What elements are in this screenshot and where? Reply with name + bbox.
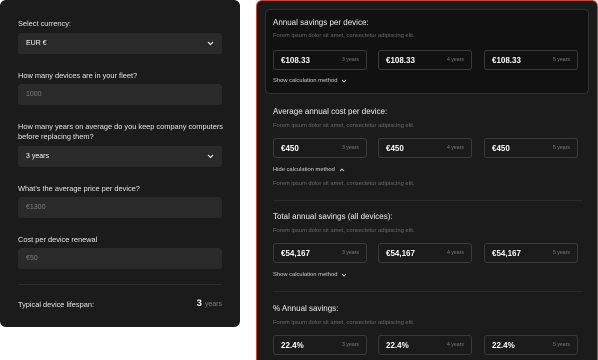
value-amount: €108.33 [281, 55, 310, 65]
hide-calculation-toggle[interactable]: Hide calculation method [273, 167, 345, 173]
section-title: Annual savings per device: [273, 18, 369, 27]
value-years: 3 years [341, 342, 359, 348]
value-amount: 22.4% [281, 340, 304, 350]
section-subtitle: Forem ipsum dolor sit amet, consectetur … [273, 228, 415, 234]
lifespan-number: 3 [196, 298, 202, 309]
value-box-5-years: €108.33 5 years [484, 50, 578, 70]
value-years: 5 years [552, 250, 570, 256]
value-box-4-years: 22.4% 4 years [378, 335, 472, 355]
price-label: What’s the average price per device? [18, 184, 140, 193]
value-years: 4 years [446, 145, 464, 151]
calculation-method-text: Forem ipsum dolor sit amet, consectetur … [273, 181, 415, 187]
value-amount: €450 [281, 143, 299, 153]
value-amount: €450 [386, 143, 404, 153]
renewal-input[interactable]: €50 [18, 248, 222, 269]
value-amount: €54,167 [492, 248, 521, 258]
value-amount: €54,167 [386, 248, 415, 258]
section-title: Average annual cost per device: [273, 107, 388, 116]
value-amount: 22.4% [492, 340, 515, 350]
value-amount: €54,167 [281, 248, 310, 258]
value-years: 3 years [341, 57, 359, 63]
section-divider [273, 291, 583, 292]
lifespan-unit: years [204, 301, 222, 308]
results-panel: Annual savings per device: Forem ipsum d… [256, 0, 598, 360]
show-calculation-toggle[interactable]: Show calculation method [273, 78, 347, 84]
toggle-label: Show calculation method [273, 272, 338, 278]
price-input-placeholder: €1300 [26, 204, 46, 211]
value-amount: €108.33 [386, 55, 415, 65]
value-box-3-years: 22.4% 3 years [273, 335, 367, 355]
value-amount: €450 [492, 143, 510, 153]
value-box-3-years: €450 3 years [273, 138, 367, 158]
section-title: % Annual savings: [273, 304, 339, 313]
value-amount: 22.4% [386, 340, 409, 350]
value-box-3-years: €54,167 3 years [273, 243, 367, 263]
toggle-label: Hide calculation method [273, 167, 335, 173]
calculator-form-panel: Select currency: EUR € How many devices … [0, 0, 240, 327]
years-label-line1: How many years on average do you keep co… [18, 122, 223, 131]
value-box-4-years: €54,167 4 years [378, 243, 472, 263]
show-calculation-toggle[interactable]: Show calculation method [273, 272, 347, 278]
section-subtitle: Forem ipsum dolor sit amet, consectetur … [273, 123, 415, 129]
devices-label: How many devices are in your fleet? [18, 71, 138, 80]
value-years: 4 years [446, 342, 464, 348]
value-years: 5 years [552, 342, 570, 348]
value-box-3-years: €108.33 3 years [273, 50, 367, 70]
lifespan-value: 3 years [197, 298, 222, 309]
chevron-down-icon [341, 272, 347, 278]
value-box-4-years: €108.33 4 years [378, 50, 472, 70]
chevron-down-icon [206, 153, 214, 161]
value-years: 4 years [446, 57, 464, 63]
value-years: 5 years [552, 145, 570, 151]
years-select[interactable]: 3 years [18, 146, 222, 167]
devices-input-placeholder: 1000 [26, 91, 42, 98]
value-box-5-years: €54,167 5 years [484, 243, 578, 263]
value-years: 4 years [446, 250, 464, 256]
section-title: Total annual savings (all devices): [273, 212, 393, 221]
renewal-input-placeholder: €50 [26, 255, 38, 262]
chevron-up-icon [339, 167, 345, 173]
devices-input[interactable]: 1000 [18, 84, 222, 105]
section-subtitle: Forem ipsum dolor sit amet, consectetur … [273, 33, 415, 39]
value-box-5-years: 22.4% 5 years [484, 335, 578, 355]
value-box-4-years: €450 4 years [378, 138, 472, 158]
renewal-label: Cost per device renewal [18, 235, 98, 244]
currency-select-value: EUR € [26, 40, 47, 47]
lifespan-label: Typical device lifespan: [18, 300, 94, 309]
value-amount: €108.33 [492, 55, 521, 65]
currency-label: Select currency: [18, 19, 71, 28]
value-years: 3 years [341, 145, 359, 151]
price-input[interactable]: €1300 [18, 197, 222, 218]
toggle-label: Show calculation method [273, 78, 338, 84]
years-select-value: 3 years [26, 153, 49, 160]
form-divider [18, 284, 222, 285]
value-years: 5 years [552, 57, 570, 63]
chevron-down-icon [341, 78, 347, 84]
section-subtitle: Forem ipsum dolor sit amet, consectetur … [273, 320, 415, 326]
currency-select[interactable]: EUR € [18, 33, 222, 54]
chevron-down-icon [206, 40, 214, 48]
section-divider [273, 200, 583, 201]
value-years: 3 years [341, 250, 359, 256]
value-box-5-years: €450 5 years [484, 138, 578, 158]
years-label-line2: before replacing them? [18, 132, 94, 141]
